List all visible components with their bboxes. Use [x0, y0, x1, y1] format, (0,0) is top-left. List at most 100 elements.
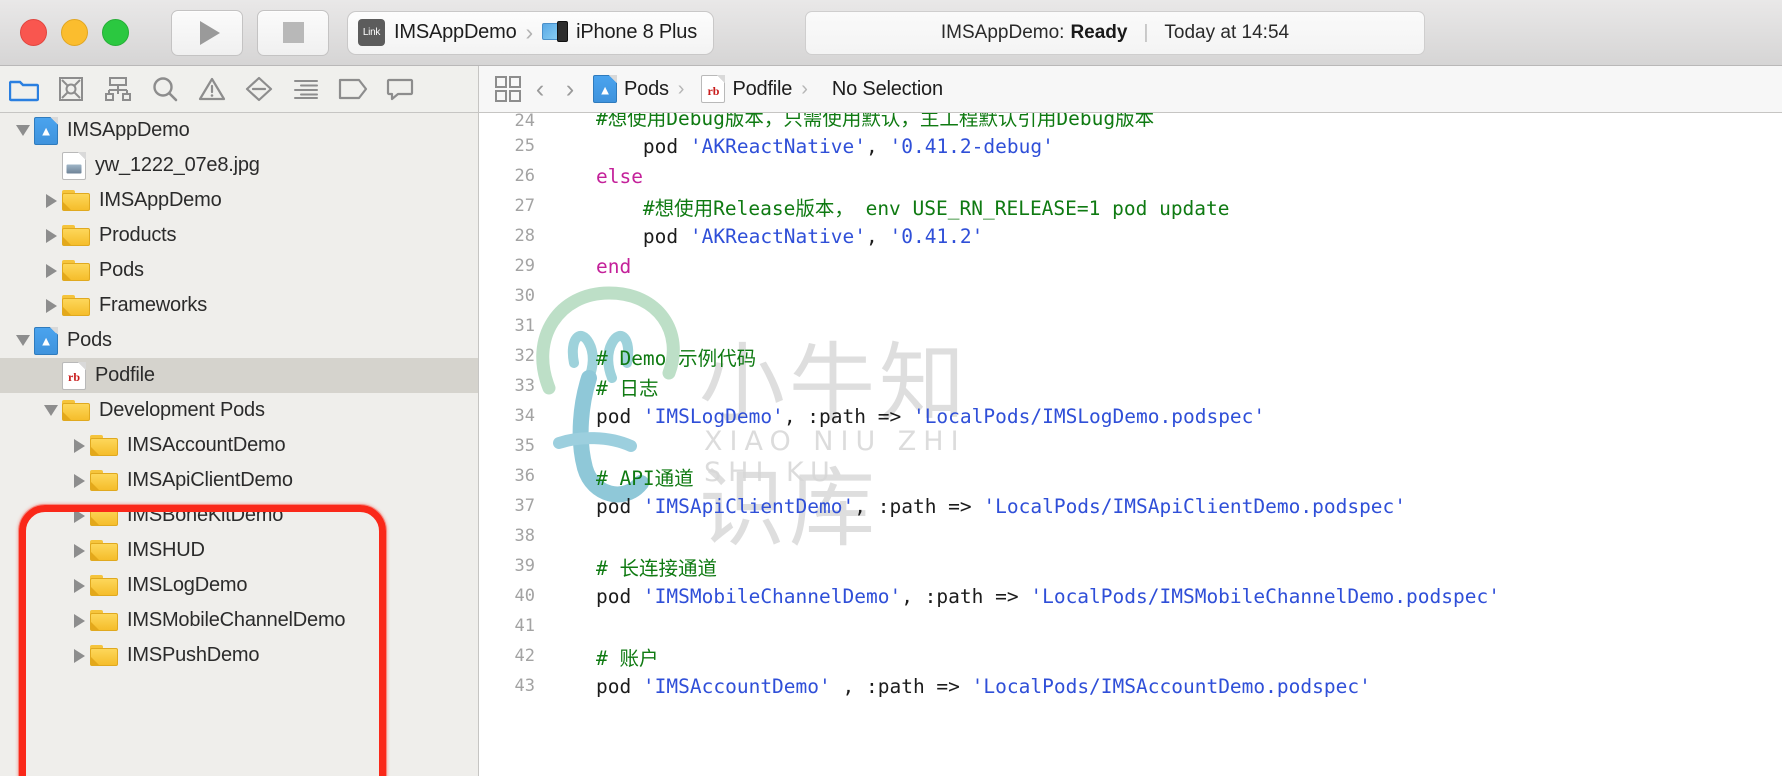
code-token-plain: pod — [549, 584, 643, 608]
file-tree-row[interactable]: yw_1222_07e8.jpg — [0, 148, 478, 183]
code-line[interactable]: 28 pod 'AKReactNative', '0.41.2' — [479, 221, 1782, 251]
code-line[interactable]: 33 # 日志 — [479, 371, 1782, 401]
code-line[interactable]: 29 end — [479, 251, 1782, 281]
file-tree-row[interactable]: IMSAccountDemo — [0, 428, 478, 463]
code-line[interactable]: 31 — [479, 311, 1782, 341]
file-tree-row[interactable]: Development Pods — [0, 393, 478, 428]
code-line[interactable]: 26 else — [479, 161, 1782, 191]
scheme-destination-bar[interactable]: Link IMSAppDemo › iPhone 8 Plus — [347, 10, 714, 55]
source-editor[interactable]: 小牛知识库 XIAO NIU ZHI SHI KU 24 #想使用Debug版本… — [478, 113, 1782, 776]
scheme-destination-label[interactable]: iPhone 8 Plus — [576, 21, 697, 44]
chevron-down-icon[interactable] — [12, 323, 34, 358]
breadcrumb-item-podfile[interactable]: rb Podfile — [701, 75, 792, 103]
breakpoint-navigator-icon[interactable] — [329, 66, 376, 113]
scheme-target-label[interactable]: IMSAppDemo — [394, 21, 517, 44]
code-line[interactable]: 30 — [479, 281, 1782, 311]
folder-icon — [62, 260, 90, 281]
report-navigator-icon[interactable] — [376, 66, 423, 113]
chevron-right-icon[interactable] — [40, 253, 62, 288]
code-line[interactable]: 24 #想使用Debug版本，只需使用默认，主工程默认引用Debug版本 — [479, 113, 1782, 131]
code-line[interactable]: 37 pod 'IMSApiClientDemo', :path => 'Loc… — [479, 491, 1782, 521]
chevron-right-icon[interactable] — [40, 218, 62, 253]
code-line[interactable]: 42 # 账户 — [479, 641, 1782, 671]
code-line-text: pod 'IMSApiClientDemo', :path => 'LocalP… — [549, 495, 1782, 518]
breadcrumb-item-no-selection[interactable]: No Selection — [825, 78, 943, 101]
issue-navigator-icon[interactable] — [188, 66, 235, 113]
file-tree-row[interactable]: IMSPushDemo — [0, 638, 478, 673]
code-line[interactable]: 40 pod 'IMSMobileChannelDemo', :path => … — [479, 581, 1782, 611]
file-tree-row[interactable]: Frameworks — [0, 288, 478, 323]
xcode-window: Link IMSAppDemo › iPhone 8 Plus IMSAppDe… — [0, 0, 1782, 776]
line-number: 26 — [514, 166, 535, 186]
find-navigator-icon[interactable] — [141, 66, 188, 113]
line-number: 27 — [514, 196, 535, 216]
code-line[interactable]: 35 — [479, 431, 1782, 461]
file-tree-row[interactable]: IMSLogDemo — [0, 568, 478, 603]
related-items-icon[interactable] — [491, 72, 525, 106]
breadcrumb-item-pods[interactable]: ▲ Pods — [593, 75, 669, 103]
code-token-plain: , :path => — [783, 404, 913, 428]
project-navigator[interactable]: ▲ IMSAppDemo yw_1222_07e8.jpg IMSAppDemo Pro… — [0, 113, 478, 776]
debug-navigator-icon[interactable] — [282, 66, 329, 113]
code-line[interactable]: 39 # 长连接通道 — [479, 551, 1782, 581]
file-tree-row[interactable]: IMSBoneKitDemo — [0, 498, 478, 533]
activity-status-bar[interactable]: IMSAppDemo: Ready | Today at 14:54 — [805, 11, 1425, 55]
test-navigator-icon[interactable] — [235, 66, 282, 113]
forward-button[interactable]: › — [555, 72, 585, 106]
file-tree-row[interactable]: IMSHUD — [0, 533, 478, 568]
code-line-text: # 长连接通道 — [549, 552, 1782, 581]
line-number: 29 — [514, 256, 535, 276]
stop-icon — [282, 22, 304, 43]
back-button[interactable]: ‹ — [525, 72, 555, 106]
navigator-selector-bar — [0, 66, 478, 113]
code-line[interactable]: 32 # Demo 示例代码 — [479, 341, 1782, 371]
code-area[interactable]: 24 #想使用Debug版本，只需使用默认，主工程默认引用Debug版本 25 p… — [479, 113, 1782, 776]
code-line[interactable]: 27 #想使用Release版本， env USE_RN_RELEASE=1 p… — [479, 191, 1782, 221]
file-tree-row[interactable]: IMSApiClientDemo — [0, 463, 478, 498]
code-line-text: pod 'IMSAccountDemo' , :path => 'LocalPo… — [549, 675, 1782, 698]
line-number: 34 — [514, 406, 535, 426]
code-line[interactable]: 25 pod 'AKReactNative', '0.41.2-debug' — [479, 131, 1782, 161]
file-tree-row[interactable]: ▲ IMSAppDemo — [0, 113, 478, 148]
project-navigator-icon[interactable] — [0, 66, 47, 113]
stop-button[interactable] — [257, 9, 329, 56]
symbol-navigator-icon[interactable] — [94, 66, 141, 113]
code-line[interactable]: 41 — [479, 611, 1782, 641]
folder-icon — [62, 295, 90, 316]
file-tree-row[interactable]: IMSAppDemo — [0, 183, 478, 218]
code-line[interactable]: 34 pod 'IMSLogDemo', :path => 'LocalPods… — [479, 401, 1782, 431]
file-tree-row[interactable]: Pods — [0, 253, 478, 288]
minimize-button[interactable] — [61, 19, 88, 46]
code-line[interactable]: 36 # API通道 — [479, 461, 1782, 491]
chevron-right-icon[interactable] — [68, 498, 90, 533]
close-button[interactable] — [20, 19, 47, 46]
code-line[interactable]: 43 pod 'IMSAccountDemo' , :path => 'Loca… — [479, 671, 1782, 701]
run-button[interactable] — [171, 9, 243, 56]
image-file-icon — [62, 151, 86, 180]
chevron-right-icon[interactable] — [68, 428, 90, 463]
chevron-right-icon[interactable] — [68, 638, 90, 673]
file-tree-row[interactable]: Products — [0, 218, 478, 253]
chevron-right-icon[interactable] — [68, 603, 90, 638]
code-token-comment: # 长连接通道 — [595, 556, 717, 580]
file-tree-row[interactable]: IMSMobileChannelDemo — [0, 603, 478, 638]
code-line-text: pod 'IMSLogDemo', :path => 'LocalPods/IM… — [549, 405, 1782, 428]
file-tree-row[interactable]: rb Podfile — [0, 358, 478, 393]
chevron-right-icon[interactable] — [68, 568, 90, 603]
file-tree-row[interactable]: ▲ Pods — [0, 323, 478, 358]
chevron-right-icon[interactable] — [40, 183, 62, 218]
code-line-text: pod 'AKReactNative', '0.41.2' — [549, 225, 1782, 248]
zoom-button[interactable] — [102, 19, 129, 46]
chevron-right-icon[interactable] — [40, 288, 62, 323]
chevron-right-icon[interactable] — [68, 533, 90, 568]
line-number: 40 — [514, 586, 535, 606]
chevron-down-icon[interactable] — [12, 113, 34, 148]
twisty-spacer — [40, 148, 62, 183]
source-control-navigator-icon[interactable] — [47, 66, 94, 113]
code-line-text: # 账户 — [549, 642, 1782, 671]
chevron-down-icon[interactable] — [40, 393, 62, 428]
chevron-right-icon[interactable] — [68, 463, 90, 498]
code-line[interactable]: 38 — [479, 521, 1782, 551]
